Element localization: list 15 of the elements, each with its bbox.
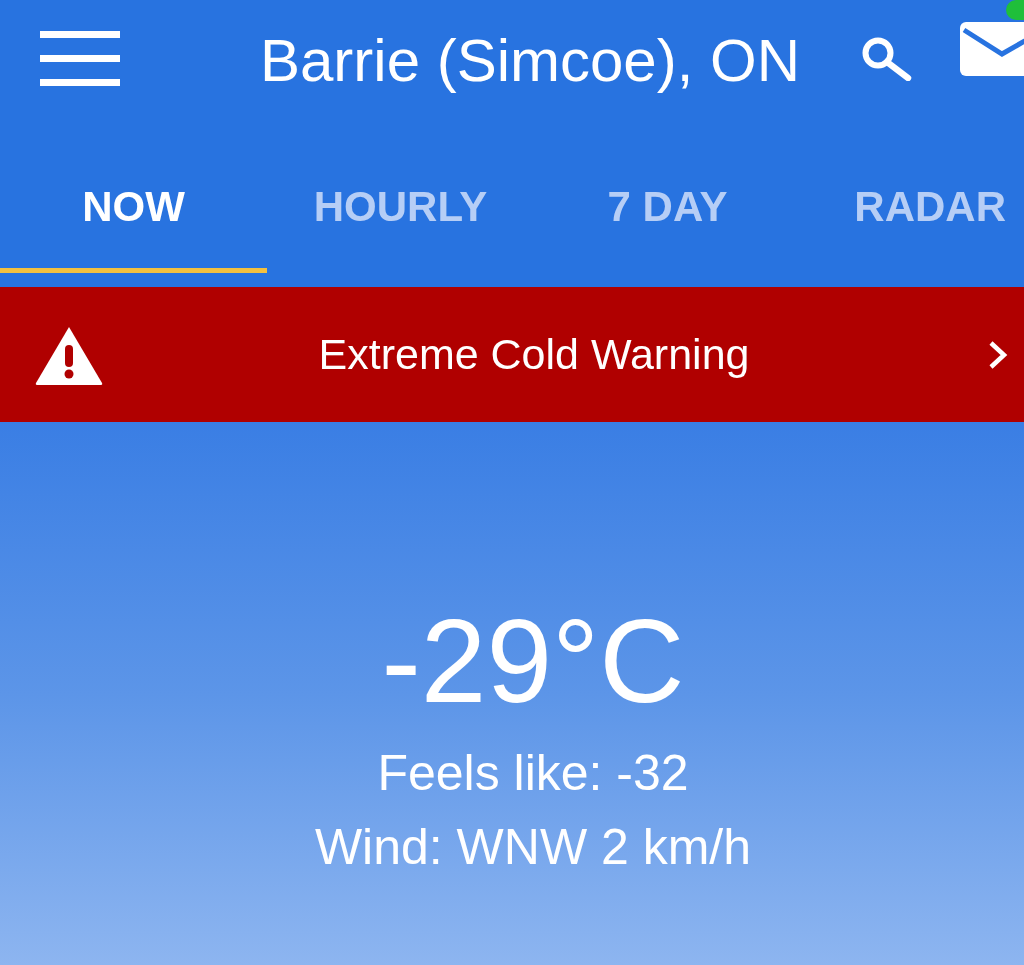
tab[interactable]: HOURLY (267, 145, 534, 273)
wind-text: Wind: WNW 2 km/h (314, 822, 752, 872)
menu-button[interactable] (40, 31, 120, 86)
tab[interactable]: NOW (0, 145, 267, 273)
location-title: Barrie (Simcoe), ON (259, 26, 801, 95)
temperature: -29°C (381, 602, 685, 720)
search-icon (862, 36, 912, 81)
feels-like-text: Feels like: -32 (377, 748, 689, 798)
tab[interactable]: RADAR (801, 145, 1024, 273)
mail-button[interactable] (960, 0, 1024, 76)
chevron-right-icon (988, 339, 1008, 370)
tab[interactable]: 7 DAY (534, 145, 801, 273)
menu-icon (40, 31, 120, 86)
alert-banner[interactable]: Extreme Cold Warning (0, 287, 1024, 422)
search-button[interactable] (862, 36, 912, 81)
